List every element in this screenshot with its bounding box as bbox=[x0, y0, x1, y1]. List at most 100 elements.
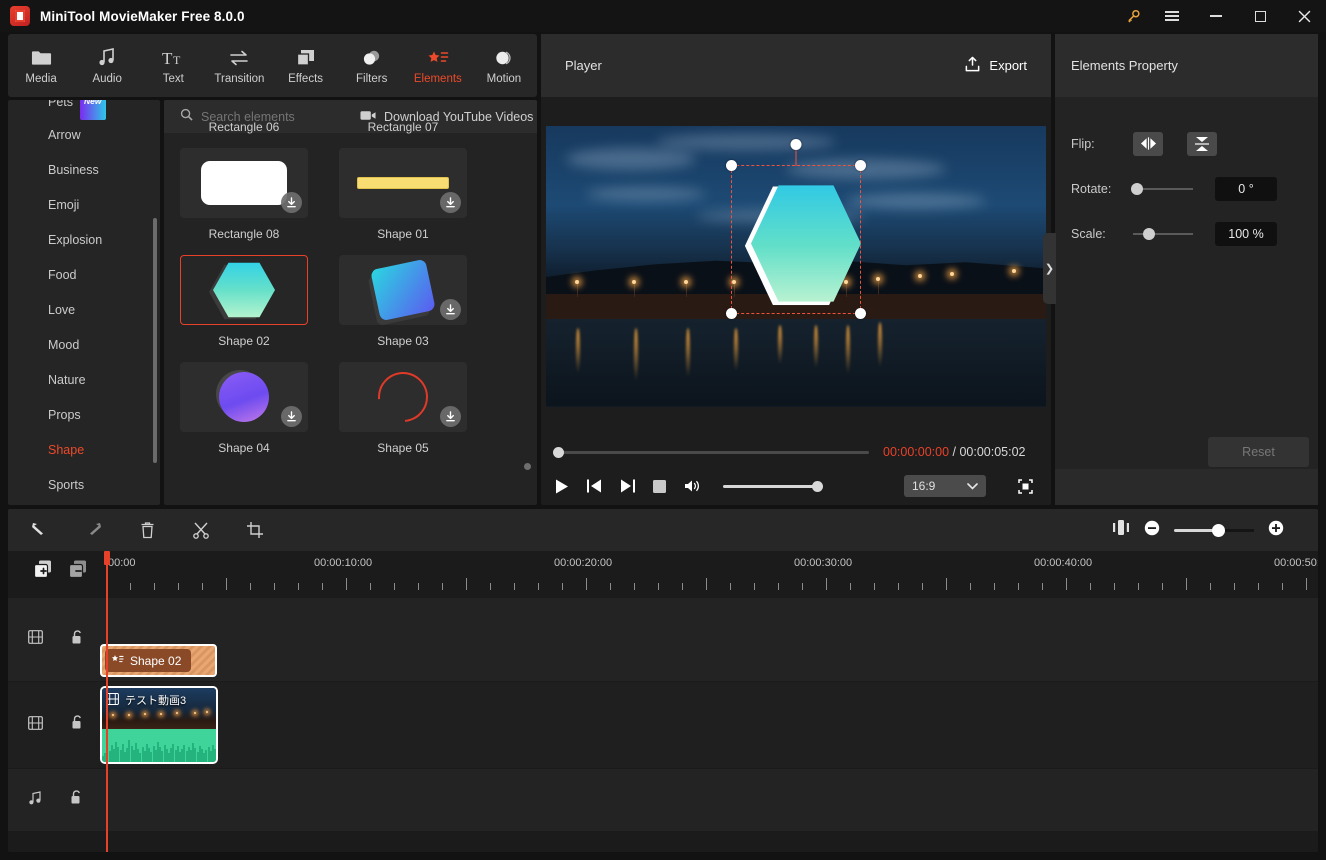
download-icon[interactable] bbox=[440, 192, 461, 213]
element-thumbnail[interactable] bbox=[180, 362, 308, 432]
category-item-arrow[interactable]: Arrow bbox=[8, 118, 160, 153]
water-area bbox=[546, 319, 1046, 407]
hamburger-menu-icon[interactable] bbox=[1150, 0, 1194, 32]
handle-bottom-left[interactable] bbox=[726, 307, 737, 319]
playhead[interactable] bbox=[104, 551, 109, 852]
module-filters[interactable]: Filters bbox=[339, 34, 405, 97]
category-item-explosion[interactable]: Explosion bbox=[8, 223, 160, 258]
category-item-shape[interactable]: Shape bbox=[8, 433, 160, 468]
selection-bounding-box[interactable] bbox=[726, 138, 866, 319]
category-item-nature[interactable]: Nature bbox=[8, 363, 160, 398]
module-motion[interactable]: Motion bbox=[471, 34, 537, 97]
chevron-right-icon[interactable]: ❯ bbox=[1043, 233, 1056, 304]
minimize-icon[interactable] bbox=[1194, 0, 1238, 32]
module-text[interactable]: TT Text bbox=[140, 34, 206, 97]
category-item-business[interactable]: Business bbox=[8, 153, 160, 188]
key-icon[interactable] bbox=[1116, 0, 1150, 32]
timeline-clip-video[interactable]: テスト動画3 bbox=[100, 686, 218, 764]
category-item-emoji[interactable]: Emoji bbox=[8, 188, 160, 223]
track-buttons bbox=[33, 560, 88, 584]
fit-timeline-icon[interactable] bbox=[1113, 520, 1130, 540]
previous-frame-icon[interactable] bbox=[587, 479, 602, 493]
element-card-shape-04[interactable]: Shape 04 bbox=[180, 362, 308, 469]
handle-top-right[interactable] bbox=[855, 159, 866, 171]
zoom-out-icon[interactable] bbox=[1144, 520, 1160, 541]
maximize-icon[interactable] bbox=[1238, 0, 1282, 32]
element-thumbnail[interactable] bbox=[339, 255, 467, 325]
download-icon[interactable] bbox=[281, 406, 302, 427]
category-item-props[interactable]: Props bbox=[8, 398, 160, 433]
timeline-clip-shape-02[interactable]: Shape 02 bbox=[100, 644, 217, 677]
aspect-ratio-select[interactable]: 16:9 bbox=[904, 475, 986, 497]
module-elements[interactable]: Elements bbox=[405, 34, 471, 97]
element-card-shape-03[interactable]: Shape 03 bbox=[339, 255, 467, 362]
redo-button[interactable] bbox=[78, 515, 108, 545]
download-icon[interactable] bbox=[440, 299, 461, 320]
next-frame-icon[interactable] bbox=[620, 479, 635, 493]
unlock-icon[interactable] bbox=[70, 790, 83, 810]
track-row-audio-1[interactable] bbox=[8, 769, 1318, 831]
split-button[interactable] bbox=[186, 515, 216, 545]
player-header: Player Export bbox=[541, 34, 1051, 97]
volume-knob[interactable] bbox=[812, 480, 823, 492]
rotate-handle[interactable] bbox=[790, 138, 802, 150]
unlock-icon[interactable] bbox=[71, 629, 84, 650]
seek-knob[interactable] bbox=[553, 446, 564, 458]
scale-value[interactable]: 100 % bbox=[1215, 221, 1277, 246]
remove-track-icon[interactable] bbox=[68, 560, 88, 584]
category-item-pets[interactable]: Pets New bbox=[8, 100, 160, 120]
fullscreen-icon[interactable] bbox=[1018, 478, 1033, 494]
module-effects[interactable]: Effects bbox=[273, 34, 339, 97]
zoom-slider[interactable] bbox=[1174, 523, 1254, 537]
element-thumbnail[interactable] bbox=[339, 362, 467, 432]
module-audio[interactable]: Audio bbox=[74, 34, 140, 97]
element-thumbnail[interactable] bbox=[339, 148, 467, 218]
element-card-rectangle-08[interactable]: Rectangle 08 bbox=[180, 148, 308, 255]
download-icon[interactable] bbox=[281, 192, 302, 213]
rotate-knob[interactable] bbox=[1131, 182, 1143, 195]
element-card-shape-01[interactable]: Shape 01 bbox=[339, 148, 467, 255]
export-button[interactable]: Export bbox=[964, 56, 1027, 76]
flip-horizontal-icon[interactable] bbox=[1133, 131, 1163, 156]
module-media[interactable]: Media bbox=[8, 34, 74, 97]
zoom-knob[interactable] bbox=[1212, 523, 1225, 537]
category-item-love[interactable]: Love bbox=[8, 293, 160, 328]
element-card-shape-02[interactable]: Shape 02 bbox=[180, 255, 308, 362]
element-caption: Shape 01 bbox=[377, 227, 429, 241]
reset-button[interactable]: Reset bbox=[1208, 437, 1309, 467]
element-grid-scrollbar[interactable] bbox=[524, 463, 531, 470]
category-item-mood[interactable]: Mood bbox=[8, 328, 160, 363]
module-transition[interactable]: Transition bbox=[206, 34, 272, 97]
stop-icon[interactable] bbox=[653, 479, 666, 493]
ruler-tick bbox=[466, 578, 467, 590]
scale-slider[interactable] bbox=[1133, 227, 1193, 240]
play-icon[interactable] bbox=[555, 479, 569, 494]
zoom-in-icon[interactable] bbox=[1268, 520, 1284, 541]
seek-slider[interactable] bbox=[553, 446, 869, 458]
element-thumbnail[interactable] bbox=[180, 148, 308, 218]
rotate-slider[interactable] bbox=[1131, 182, 1193, 195]
download-icon[interactable] bbox=[440, 406, 461, 427]
timeline-ruler[interactable]: 00:00 00:00:10:00 00:00:20:00 00:00:30:0… bbox=[8, 551, 1318, 598]
rotate-value[interactable]: 0 ° bbox=[1215, 176, 1277, 201]
arrows-swap-icon bbox=[228, 47, 250, 69]
category-item-food[interactable]: Food bbox=[8, 258, 160, 293]
element-thumbnail-selected[interactable] bbox=[180, 255, 308, 325]
volume-slider[interactable] bbox=[723, 480, 823, 492]
handle-bottom-right[interactable] bbox=[855, 307, 866, 319]
flip-vertical-icon[interactable] bbox=[1187, 131, 1217, 156]
category-item-sports[interactable]: Sports bbox=[8, 468, 160, 503]
unlock-icon[interactable] bbox=[71, 715, 84, 735]
crop-button[interactable] bbox=[240, 515, 270, 545]
volume-icon[interactable] bbox=[684, 479, 701, 493]
video-preview[interactable] bbox=[546, 125, 1046, 407]
element-card-shape-05[interactable]: Shape 05 bbox=[339, 362, 467, 469]
delete-button[interactable] bbox=[132, 515, 162, 545]
add-track-icon[interactable] bbox=[33, 560, 53, 584]
handle-top-left[interactable] bbox=[726, 159, 737, 171]
category-scrollbar[interactable] bbox=[153, 218, 157, 463]
module-label: Motion bbox=[486, 72, 522, 85]
undo-button[interactable] bbox=[24, 515, 54, 545]
scale-knob[interactable] bbox=[1143, 227, 1155, 240]
close-icon[interactable] bbox=[1282, 0, 1326, 32]
